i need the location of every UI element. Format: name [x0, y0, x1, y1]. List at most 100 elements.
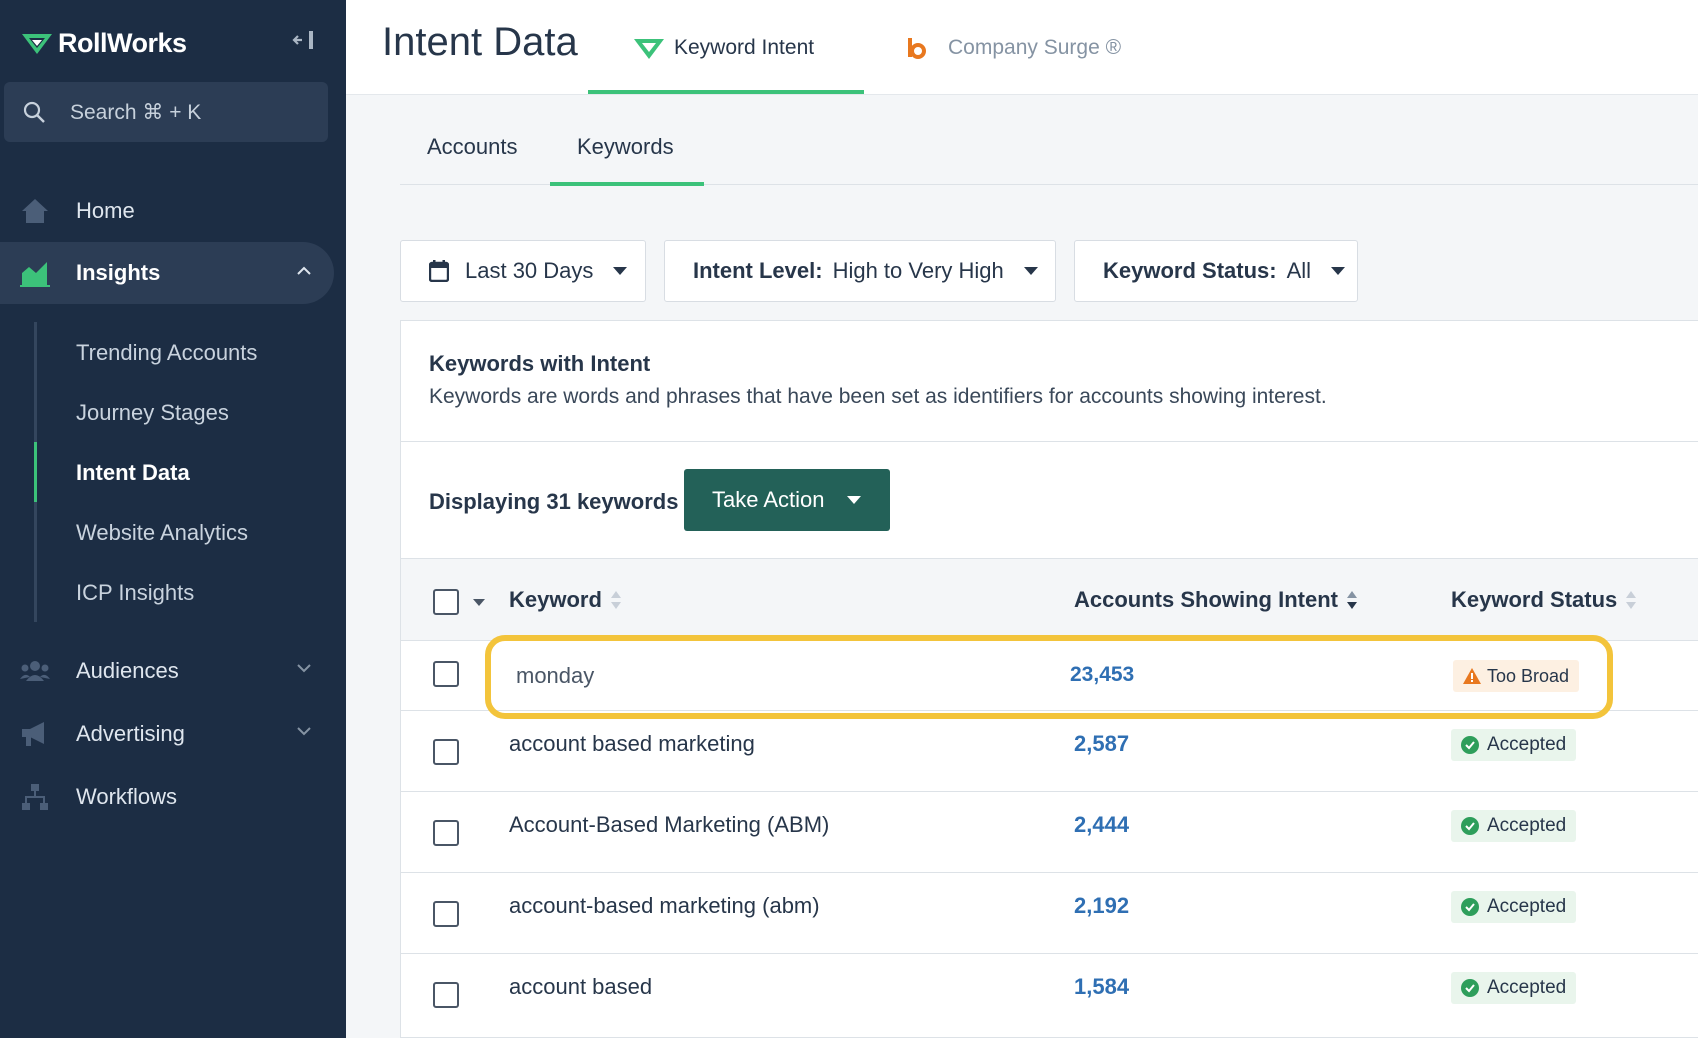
- check-circle-icon: [1461, 817, 1479, 835]
- tab-company-surge[interactable]: Company Surge ®: [906, 0, 1121, 95]
- brand-name: RollWorks: [58, 27, 187, 58]
- sort-icon: [1626, 591, 1637, 609]
- caret-down-icon: [1023, 267, 1038, 275]
- chevron-up-icon: [297, 266, 311, 275]
- row-checkbox[interactable]: [433, 661, 459, 687]
- workflow-icon: [20, 782, 50, 812]
- sidebar-item-intent-data[interactable]: Intent Data: [76, 460, 190, 486]
- sidebar: RollWorks Search ⌘ + K Home Insights Tre…: [0, 0, 346, 1038]
- take-action-button[interactable]: Take Action: [684, 469, 890, 531]
- nav-advertising-label: Advertising: [76, 721, 185, 746]
- collapse-sidebar-button[interactable]: [290, 26, 318, 54]
- page-header: Intent Data Keyword Intent Company Surge…: [346, 0, 1698, 95]
- row-checkbox[interactable]: [433, 901, 459, 927]
- panel-title: Keywords with Intent: [429, 351, 651, 376]
- search-icon: [23, 101, 45, 123]
- keyword-status-filter[interactable]: Keyword Status: All: [1074, 240, 1358, 302]
- home-icon: [20, 196, 50, 226]
- check-circle-icon: [1461, 736, 1479, 754]
- tab-keywords[interactable]: Keywords: [577, 134, 674, 160]
- table-row[interactable]: monday 23,453 Too Broad: [401, 640, 1698, 708]
- tab-accounts[interactable]: Accounts: [427, 134, 518, 160]
- column-keyword[interactable]: Keyword: [509, 587, 622, 613]
- status-badge: Accepted: [1451, 729, 1577, 761]
- collapse-icon: [292, 31, 313, 49]
- nav-insights[interactable]: Insights: [0, 242, 334, 304]
- accounts-count-link[interactable]: 2,192: [1074, 893, 1129, 919]
- keyword-count: Displaying 31 keywords: [429, 489, 679, 514]
- check-circle-icon: [1461, 898, 1479, 916]
- status-label: Accepted: [1487, 896, 1567, 917]
- keyword-cell: account based marketing: [509, 731, 755, 756]
- users-icon: [20, 656, 50, 686]
- table-row[interactable]: account based marketing 2,587 Accepted: [401, 710, 1698, 791]
- select-all-checkbox[interactable]: [433, 589, 459, 615]
- warning-icon: [1463, 668, 1481, 684]
- sidebar-item-trending-accounts[interactable]: Trending Accounts: [76, 340, 257, 366]
- rollworks-logo-icon: [22, 34, 52, 54]
- tab-keyword-intent[interactable]: Keyword Intent: [634, 0, 814, 95]
- status-badge: Accepted: [1451, 891, 1577, 923]
- search-label: Search ⌘ + K: [70, 100, 202, 124]
- keyword-status-value: All: [1286, 258, 1312, 283]
- take-action-label: Take Action: [712, 487, 825, 512]
- sort-icon: [610, 591, 621, 609]
- nav-audiences-label: Audiences: [76, 658, 179, 683]
- table-row[interactable]: account-based marketing (abm) 2,192 Acce…: [401, 872, 1698, 953]
- sort-desc-icon: [1347, 591, 1357, 609]
- calendar-icon: [429, 260, 449, 282]
- keyword-status-label: Keyword Status:: [1103, 258, 1277, 283]
- accounts-count-link[interactable]: 23,453: [1070, 663, 1134, 687]
- caret-down-icon: [846, 496, 861, 504]
- caret-down-icon[interactable]: [473, 599, 485, 606]
- table-header: Keyword Accounts Showing Intent Keyword …: [401, 558, 1698, 640]
- active-subtab-indicator: [550, 182, 704, 186]
- column-status[interactable]: Keyword Status: [1451, 587, 1637, 613]
- sidebar-item-icp-insights[interactable]: ICP Insights: [76, 580, 194, 606]
- intent-level-label: Intent Level:: [693, 258, 823, 283]
- megaphone-icon: [20, 719, 50, 749]
- column-accounts[interactable]: Accounts Showing Intent: [1074, 587, 1358, 613]
- rollworks-logo-icon: [634, 38, 664, 59]
- sidebar-item-website-analytics[interactable]: Website Analytics: [76, 520, 248, 546]
- accounts-count-link[interactable]: 1,584: [1074, 974, 1129, 1000]
- nav-insights-label: Insights: [76, 260, 161, 285]
- page-title: Intent Data: [382, 20, 578, 64]
- status-badge: Too Broad: [1453, 660, 1580, 692]
- nav-workflows[interactable]: Workflows: [0, 766, 334, 828]
- sidebar-item-journey-stages[interactable]: Journey Stages: [76, 400, 229, 426]
- search-box[interactable]: Search ⌘ + K: [4, 82, 328, 142]
- bombora-icon: [908, 37, 926, 59]
- status-label: Too Broad: [1487, 665, 1570, 686]
- chevron-down-icon: [297, 727, 311, 736]
- keywords-panel: Keywords with Intent Keywords are words …: [400, 320, 1698, 1038]
- panel-description: Keywords are words and phrases that have…: [429, 385, 1327, 408]
- accounts-count-link[interactable]: 2,587: [1074, 731, 1129, 757]
- status-badge: Accepted: [1451, 972, 1577, 1004]
- chevron-down-icon: [297, 664, 311, 673]
- keyword-cell: monday: [516, 663, 595, 688]
- caret-down-icon: [1331, 267, 1346, 275]
- keyword-cell: account based: [509, 974, 653, 999]
- table-row[interactable]: Account-Based Marketing (ABM) 2,444 Acce…: [401, 791, 1698, 872]
- intent-level-filter[interactable]: Intent Level: High to Very High: [664, 240, 1056, 302]
- row-checkbox[interactable]: [433, 820, 459, 846]
- brand-logo[interactable]: RollWorks: [22, 26, 187, 60]
- caret-down-icon: [613, 267, 628, 275]
- keyword-cell: account-based marketing (abm): [509, 893, 820, 918]
- row-checkbox[interactable]: [433, 982, 459, 1008]
- status-label: Accepted: [1487, 734, 1567, 755]
- nav-audiences[interactable]: Audiences: [0, 640, 334, 702]
- row-checkbox[interactable]: [433, 739, 459, 765]
- accounts-count-link[interactable]: 2,444: [1074, 812, 1129, 838]
- table-row[interactable]: account based 1,584 Accepted: [401, 953, 1698, 1034]
- column-status-label: Keyword Status: [1451, 587, 1618, 612]
- nav-home[interactable]: Home: [0, 180, 334, 242]
- date-range-filter[interactable]: Last 30 Days: [400, 240, 646, 302]
- keyword-cell: Account-Based Marketing (ABM): [509, 812, 830, 837]
- active-tab-indicator: [588, 90, 864, 94]
- column-accounts-label: Accounts Showing Intent: [1074, 587, 1338, 612]
- tab-keyword-intent-label: Keyword Intent: [674, 35, 815, 59]
- column-keyword-label: Keyword: [509, 587, 602, 612]
- nav-advertising[interactable]: Advertising: [0, 703, 334, 765]
